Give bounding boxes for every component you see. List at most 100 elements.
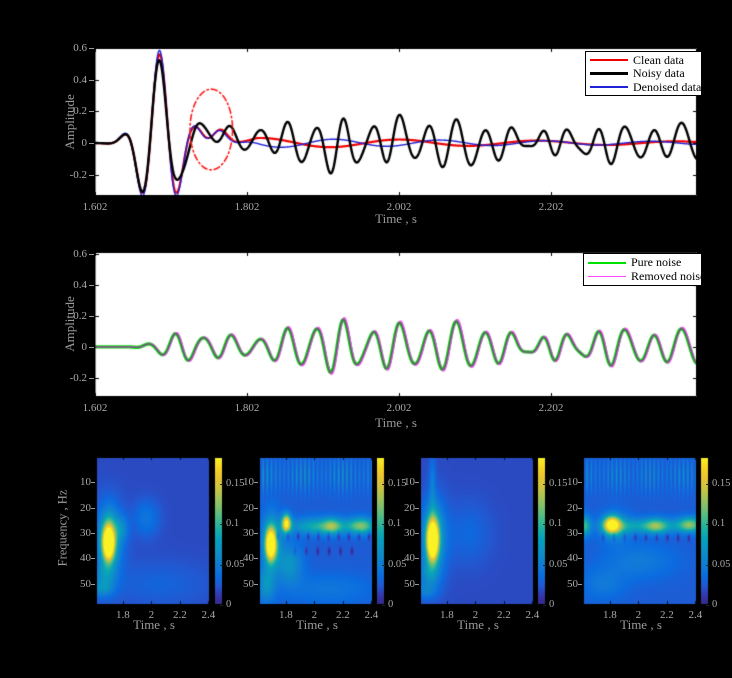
tick-mark [543,565,546,566]
tick-mark [220,484,223,485]
time-tick-label: 2.2 [173,609,187,621]
tick-mark [543,605,546,606]
freq-tick-label: 20 [243,502,254,514]
time-label-middle: Time , s [375,415,417,431]
freq-tick-label: 10 [567,476,578,488]
tick-mark [220,605,223,606]
tick-mark [91,584,95,585]
colorbar-tick-label: 0.05 [712,559,730,571]
colorbar-tick-label: 0.1 [226,518,239,530]
tick-mark [89,316,94,317]
spectrogram-removed-noise [583,457,697,605]
time-tick-label: 2 [636,609,642,621]
time-tick-label: 2.2 [497,609,511,621]
colorbar-tick-label: 0.15 [549,478,567,490]
legend-top-plot: Clean data Noisy data Denoised data [585,51,702,96]
legend-entry-denoised: Denoised data [590,81,697,94]
x-tick-label: 1.802 [235,201,260,213]
x-tick-label: 2.002 [387,201,412,213]
colorbar-tick-label: 0 [388,599,393,611]
colorbar-denoised [537,457,546,605]
freq-tick-label: 10 [243,476,254,488]
tick-mark [578,508,582,509]
x-tick-label: 2.002 [387,402,412,414]
legend-swatch-removed-noise [588,276,626,277]
tick-mark [382,605,385,606]
tick-mark [91,558,95,559]
legend-label-clean: Clean data [633,54,684,67]
tick-mark [89,80,94,81]
tick-mark [254,482,258,483]
freq-tick-label: 40 [243,552,254,564]
freq-tick-label: 40 [404,552,415,564]
x-tick-label: 2.202 [539,402,564,414]
tick-mark [254,508,258,509]
amplitude-label-middle: Amplitude [62,296,78,352]
tick-mark [415,508,419,509]
freq-tick-label: 30 [80,527,91,539]
y-tick-label: 0.4 [73,279,87,291]
tick-mark [254,584,258,585]
tick-mark [415,533,419,534]
spectrogram-clean [96,457,210,605]
time-tick-label: 2.4 [526,609,540,621]
freq-tick-label: 50 [567,578,578,590]
tick-mark [706,524,709,525]
colorbar-removed-noise [700,457,709,605]
tick-mark [543,484,546,485]
x-tick-label: 1.602 [83,201,108,213]
colorbar-tick-label: 0.15 [226,478,244,490]
freq-tick-label: 30 [404,527,415,539]
amplitude-label-top: Amplitude [62,94,78,150]
tick-mark [91,482,95,483]
time-tick-label: 1.8 [603,609,617,621]
time-tick-label: 2 [149,609,155,621]
colorbar-tick-label: 0.05 [549,559,567,571]
time-tick-label: 1.8 [279,609,293,621]
time-tick-label: 2 [312,609,318,621]
tick-mark [254,533,258,534]
y-tick-label: -0.2 [70,372,87,384]
tick-mark [89,175,94,176]
freq-tick-label: 40 [80,552,91,564]
colorbar-clean [214,457,223,605]
freq-tick-label: 30 [567,527,578,539]
time-tick-label: 1.8 [440,609,454,621]
y-tick-label: 0.6 [73,42,87,54]
spectrogram-noisy [259,457,373,605]
freq-tick-label: 10 [404,476,415,488]
colorbar-tick-label: 0 [226,599,231,611]
x-tick-label: 1.602 [83,402,108,414]
legend-entry-removed-noise: Removed noise [588,270,697,283]
tick-mark [220,565,223,566]
time-tick-label: 2 [473,609,479,621]
y-tick-label: -0.2 [70,169,87,181]
freq-tick-label: 50 [243,578,254,590]
tick-mark [89,48,94,49]
y-tick-label: 0.2 [73,105,87,117]
legend-label-pure-noise: Pure noise [631,256,681,269]
legend-label-denoised: Denoised data [633,81,701,94]
tick-mark [578,533,582,534]
time-tick-label: 2.4 [365,609,379,621]
freq-tick-label: 10 [80,476,91,488]
time-tick-label: 2.2 [660,609,674,621]
freq-tick-label: 20 [80,502,91,514]
tick-mark [578,558,582,559]
time-tick-label: 2.4 [689,609,703,621]
frequency-label: Frequency , Hz [56,490,71,567]
legend-label-noisy: Noisy data [633,67,685,80]
freq-tick-label: 30 [243,527,254,539]
spectrogram-denoised [420,457,534,605]
legend-swatch-clean [590,59,628,61]
tick-mark [578,482,582,483]
freq-tick-label: 40 [567,552,578,564]
tick-mark [89,378,94,379]
tick-mark [543,524,546,525]
colorbar-tick-label: 0.1 [388,518,401,530]
tick-mark [382,484,385,485]
freq-tick-label: 20 [404,502,415,514]
y-tick-label: 0 [82,341,88,353]
tick-mark [706,565,709,566]
tick-mark [91,508,95,509]
